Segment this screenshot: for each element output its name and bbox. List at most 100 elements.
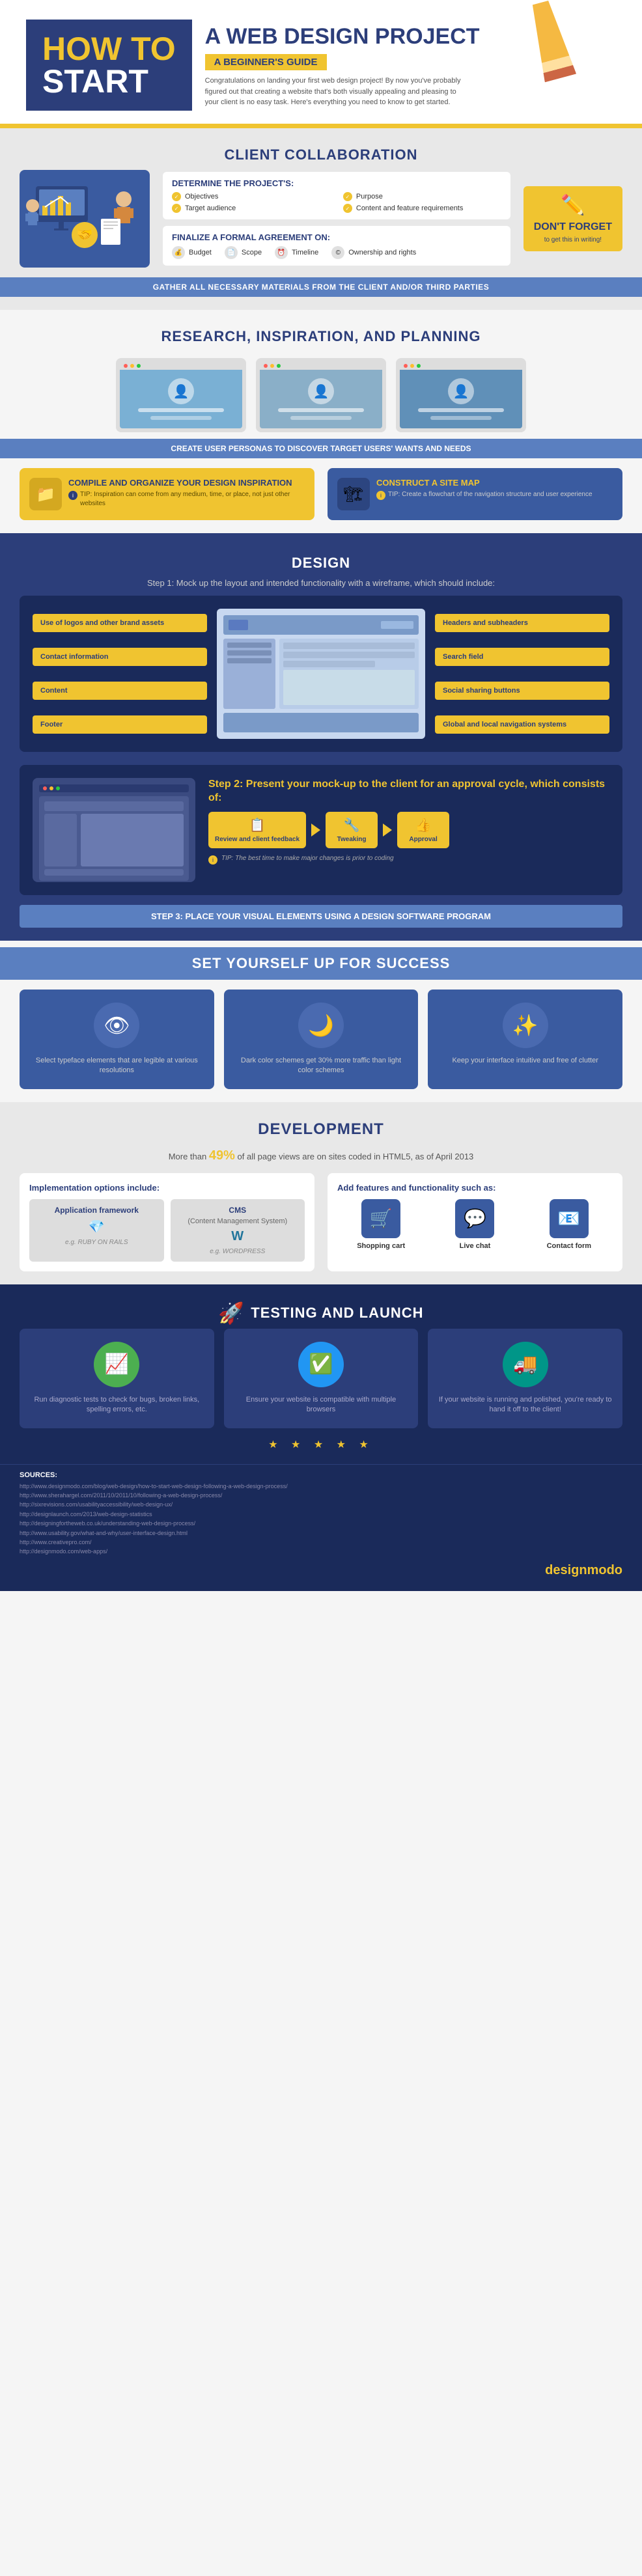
sources-section: SOURCES: http://www.designmodo.com/blog/… [0, 1464, 642, 1591]
mockup-body-container [223, 639, 419, 709]
feature-contact-form: 📧 Contact form [525, 1199, 613, 1250]
persona-screen-1: 👤 [116, 358, 246, 432]
dev-content-row: Implementation options include: Applicat… [0, 1173, 642, 1271]
persona-avatar-2: 👤 [308, 378, 334, 404]
step2-dot-red [43, 786, 47, 790]
testing-card-diagnostics: 📈 Run diagnostic tests to check for bugs… [20, 1329, 214, 1428]
mockup-nav [381, 621, 413, 629]
research-tools: 📁 COMPILE AND ORGANIZE YOUR DESIGN INSPI… [0, 468, 642, 520]
approval-icon: 👍 [404, 817, 443, 833]
client-section-title: CLIENT COLLABORATION [0, 135, 642, 170]
dev-impl-box: Implementation options include: Applicat… [20, 1173, 314, 1271]
finalize-item-budget: 💰 Budget [172, 246, 212, 259]
determine-item-content: ✓ Content and feature requirements [343, 204, 501, 213]
mockup-sidebar-item-3 [227, 658, 272, 663]
persona-bar-6 [430, 416, 492, 420]
mockup-sidebar-item-2 [227, 650, 272, 656]
compile-tool-content: COMPILE AND ORGANIZE YOUR DESIGN INSPIRA… [68, 478, 305, 508]
arrow-1 [311, 824, 320, 837]
header-section: HOW TO START A WEB DESIGN PROJECT A BEGI… [0, 0, 642, 126]
construction-icon: 🏗 [337, 478, 370, 510]
diagnostics-icon: 📈 [94, 1342, 139, 1387]
determine-title: DETERMINE THE PROJECT'S: [172, 178, 501, 188]
persona-screen-2: 👤 [256, 358, 386, 432]
testing-cards-row: 📈 Run diagnostic tests to check for bugs… [0, 1329, 642, 1428]
success-card-text-3: Keep your interface intuitive and free o… [438, 1056, 613, 1066]
mockup-content-bar-2 [283, 652, 415, 658]
success-card-dark: 🌙 Dark color schemes get 30% more traffi… [224, 990, 419, 1089]
persona-bar-1 [138, 408, 224, 412]
shopping-cart-icon: 🛒 [361, 1199, 400, 1238]
check-icon-objectives: ✓ [172, 192, 181, 201]
persona-bar-2 [150, 416, 212, 420]
step2-dot-green [56, 786, 60, 790]
step2-tip-text: TIP: The best time to make major changes… [221, 855, 394, 862]
source-4: http://designlaunch.com/2013/web-design-… [20, 1510, 622, 1519]
live-chat-label: Live chat [431, 1242, 518, 1250]
stage-approval-label: Approval [404, 836, 443, 843]
step2-container: Step 2: Present your mock-up to the clie… [20, 765, 622, 895]
header-description: Congratulations on landing your first we… [205, 76, 466, 108]
step2-dot-yellow [49, 786, 53, 790]
research-personas: 👤 👤 👤 [0, 352, 642, 439]
browser-dot-yellow-3 [410, 364, 414, 368]
browser-dot-green-3 [417, 364, 421, 368]
step2-tip-row: i TIP: The best time to make major chang… [208, 855, 609, 865]
success-card-text-2: Dark color schemes get 30% more traffic … [234, 1056, 409, 1076]
sitemap-tool-content: CONSTRUCT A SITE MAP i TIP: Create a flo… [376, 478, 593, 500]
budget-icon: 💰 [172, 246, 185, 259]
persona-bar-5 [418, 408, 504, 412]
header-subtitle: A BEGINNER'S GUIDE [205, 54, 327, 70]
development-title: DEVELOPMENT [0, 1109, 642, 1145]
mockup-header-row [223, 615, 419, 635]
success-section: SET YOURSELF UP FOR SUCCESS 👁 Select typ… [0, 941, 642, 1102]
wireframe-center-mockup [217, 609, 425, 739]
design-section-title: DESIGN [0, 543, 642, 578]
cms-title: CMS [177, 1206, 299, 1215]
dont-forget-title: DON'T FORGET [534, 221, 612, 233]
folder-icon: 📁 [29, 478, 62, 510]
compatible-icon: ✅ [298, 1342, 344, 1387]
success-section-title: SET YOURSELF UP FOR SUCCESS [0, 947, 642, 980]
determine-item-purpose: ✓ Purpose [343, 192, 501, 201]
header-how-to: HOW TO START [26, 20, 192, 111]
persona-screen-content-1: 👤 [120, 370, 242, 428]
feature-live-chat: 💬 Live chat [431, 1199, 518, 1250]
check-icon-content: ✓ [343, 204, 352, 213]
gather-bar: GATHER ALL NECESSARY MATERIALS FROM THE … [0, 277, 642, 297]
launch-icon: 🚚 [503, 1342, 548, 1387]
determine-box: DETERMINE THE PROJECT'S: ✓ Objectives ✓ … [163, 172, 510, 219]
source-8: http://designmodo.com/web-apps/ [20, 1547, 622, 1556]
contact-form-label: Contact form [525, 1242, 613, 1250]
ownership-icon: © [331, 246, 344, 259]
step2-mock-footer [44, 869, 184, 876]
client-illustration: 🤝 [20, 170, 150, 268]
compile-title: COMPILE AND ORGANIZE YOUR DESIGN INSPIRA… [68, 478, 305, 488]
mockup-main [279, 639, 419, 709]
persona-screen-3: 👤 [396, 358, 526, 432]
persona-bar-4 [290, 416, 352, 420]
mockup-sidebar [223, 639, 275, 709]
testing-card-text-2: Ensure your website is compatible with m… [234, 1395, 409, 1415]
cms-subtitle: (Content Management System) [177, 1217, 299, 1225]
compile-tool-box: 📁 COMPILE AND ORGANIZE YOUR DESIGN INSPI… [20, 468, 314, 520]
wf-item-content: Content [33, 682, 207, 700]
cms-eg: e.g. WORDPRESS [177, 1248, 299, 1255]
dont-forget-sub: to get this in writing! [534, 236, 612, 243]
testing-section-title: TESTING AND LAUNCH [251, 1305, 423, 1322]
wf-item-logos: Use of logos and other brand assets [33, 614, 207, 632]
finalize-item-timeline: ⏰ Timeline [275, 246, 318, 259]
finalize-box: FINALIZE A FORMAL AGREEMENT ON: 💰 Budget… [163, 226, 510, 266]
success-card-intuitive: ✨ Keep your interface intuitive and free… [428, 990, 622, 1089]
review-icon: 📋 [215, 817, 300, 833]
sources-list: http://www.designmodo.com/blog/web-desig… [20, 1482, 622, 1557]
sitemap-tool-box: 🏗 CONSTRUCT A SITE MAP i TIP: Create a f… [328, 468, 622, 520]
sitemap-tip-row: i TIP: Create a flowchart of the navigat… [376, 490, 593, 500]
moon-icon: 🌙 [298, 1003, 344, 1048]
testing-section: 🚀 TESTING AND LAUNCH 📈 Run diagnostic te… [0, 1284, 642, 1464]
browser-dot-red-3 [404, 364, 408, 368]
source-1: http://www.designmodo.com/blog/web-desig… [20, 1482, 622, 1491]
wf-item-social: Social sharing buttons [435, 682, 609, 700]
design-section: DESIGN Step 1: Mock up the layout and in… [0, 533, 642, 941]
stage-tweaking-label: Tweaking [332, 836, 371, 843]
